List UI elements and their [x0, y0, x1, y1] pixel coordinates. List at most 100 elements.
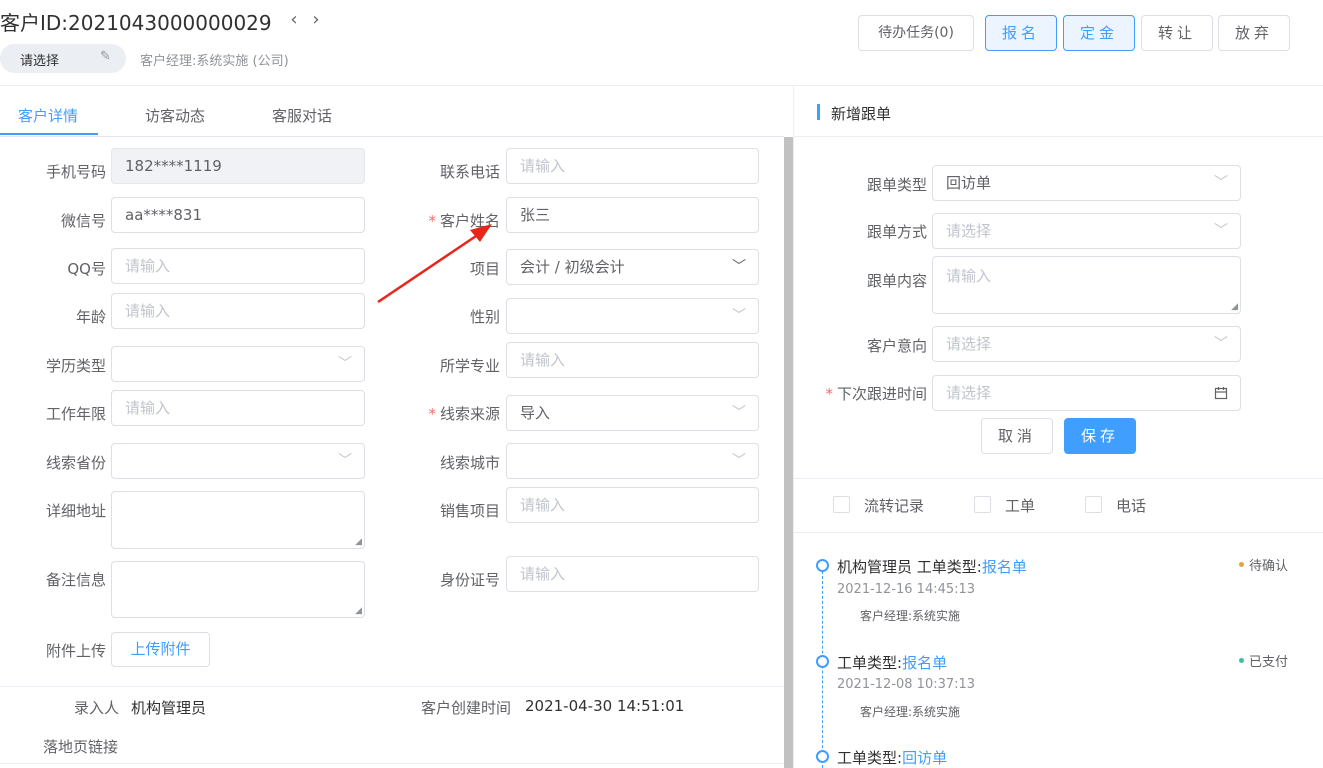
header: 客户ID:2021043000000029 ‹ › 请选择 ✎ 客户经理:系统实施… [0, 0, 1323, 86]
education-select[interactable]: ﹀ [111, 346, 365, 382]
contact-phone-label: 联系电话 [439, 163, 500, 181]
next-record-icon[interactable]: › [305, 9, 327, 30]
prev-record-icon[interactable]: ‹ [283, 9, 305, 30]
upload-attachment-button[interactable]: 上传附件 [111, 632, 210, 667]
timeline-item-manager: 客户经理:系统实施 [860, 609, 961, 623]
enroll-button[interactable]: 报名 [985, 15, 1057, 51]
lead-city-label: 线索城市 [439, 454, 500, 472]
tab-customer-details[interactable]: 客户详情 [18, 105, 78, 126]
age-label: 年龄 [75, 308, 106, 326]
transfer-button[interactable]: 转让 [1141, 15, 1213, 51]
timeline-status-text: 已支付 [1249, 655, 1289, 670]
chevron-down-icon: ﹀ [338, 453, 352, 469]
customer-intent-select[interactable]: 请选择 ﹀ [932, 326, 1241, 362]
timeline-item-title: 工单类型:报名单 [837, 652, 947, 673]
customer-intent-label: 客户意向 [866, 337, 927, 355]
required-mark: * [428, 212, 436, 230]
gender-select[interactable]: ﹀ [506, 298, 759, 334]
filter-flow-checkbox[interactable] [833, 496, 850, 513]
created-time-label: 客户创建时间 [421, 699, 512, 717]
form-scrollbar[interactable] [784, 137, 793, 768]
status-select[interactable]: 请选择 ✎ [0, 44, 126, 73]
active-tab-indicator [0, 133, 98, 135]
timeline-item-title: 机构管理员 工单类型:报名单 [837, 556, 1027, 577]
filter-flow-label[interactable]: 流转记录 [864, 495, 924, 516]
timeline-item-prefix: 机构管理员 工单类型: [837, 558, 982, 576]
address-textarea[interactable]: ◢ [111, 491, 365, 549]
chevron-down-icon: ﹀ [338, 356, 352, 372]
status-dot-icon [1239, 562, 1244, 567]
qq-field[interactable]: 请输入 [111, 248, 365, 284]
status-dot-icon [1239, 658, 1244, 663]
customer-name-label-text: 客户姓名 [439, 212, 500, 230]
timeline-item-prefix: 工单类型: [837, 654, 903, 672]
todo-tasks-button[interactable]: 待办任务(0) [858, 15, 974, 51]
calendar-icon [1214, 376, 1228, 410]
save-button[interactable]: 保存 [1064, 418, 1136, 454]
qq-label: QQ号 [67, 260, 106, 278]
attachment-label: 附件上传 [45, 642, 106, 660]
tab-visitor-activity[interactable]: 访客动态 [145, 105, 205, 126]
abandon-button[interactable]: 放弃 [1218, 15, 1290, 51]
timeline-status-text: 待确认 [1249, 559, 1289, 574]
timeline-item-prefix: 工单类型: [837, 749, 903, 767]
major-field[interactable]: 请输入 [506, 342, 759, 378]
meta-divider [0, 686, 784, 687]
next-followup-label-text: 下次跟进时间 [836, 385, 927, 403]
project-cascader[interactable]: 会计 / 初级会计 ﹀ [506, 249, 759, 285]
work-years-field[interactable]: 请输入 [111, 390, 365, 426]
section-divider [794, 478, 1323, 479]
lead-city-select[interactable]: ﹀ [506, 443, 759, 479]
timeline-item-link[interactable]: 回访单 [902, 749, 947, 767]
filter-phone-checkbox[interactable] [1085, 496, 1102, 513]
chevron-down-icon: ﹀ [732, 405, 746, 421]
resize-grip-icon[interactable]: ◢ [355, 538, 362, 547]
entered-by-label: 录入人 [74, 699, 120, 717]
chevron-down-icon: ﹀ [732, 259, 746, 275]
followup-content-placeholder: 请输入 [946, 267, 992, 285]
wechat-field[interactable]: aa****831 [111, 197, 365, 233]
next-followup-label: * 下次跟进时间 [825, 383, 927, 404]
status-select-label: 请选择 [20, 54, 60, 69]
next-followup-date-picker[interactable]: 请选择 [932, 375, 1241, 411]
followup-content-textarea[interactable]: 请输入 ◢ [932, 256, 1241, 314]
cancel-button[interactable]: 取消 [981, 418, 1053, 454]
deposit-button[interactable]: 定金 [1063, 15, 1135, 51]
timeline-item-time: 2021-12-08 10:37:13 [837, 677, 976, 692]
filter-ticket-checkbox[interactable] [974, 496, 991, 513]
filter-ticket-label[interactable]: 工单 [1005, 495, 1035, 516]
timeline-item-link[interactable]: 报名单 [982, 558, 1027, 576]
phone-field: 182****1119 [111, 148, 365, 184]
resize-grip-icon[interactable]: ◢ [1231, 303, 1238, 312]
followup-type-label: 跟单类型 [866, 176, 927, 194]
followup-type-select[interactable]: 回访单 ﹀ [932, 165, 1241, 201]
sales-project-field[interactable]: 请输入 [506, 487, 759, 523]
age-field[interactable]: 请输入 [111, 293, 365, 329]
edit-pencil-icon[interactable]: ✎ [100, 49, 111, 64]
customer-name-label: * 客户姓名 [428, 210, 500, 231]
resize-grip-icon[interactable]: ◢ [355, 607, 362, 616]
timeline-dot [816, 655, 829, 668]
chevron-down-icon: ﹀ [732, 308, 746, 324]
timeline-item-time: 2021-12-16 14:45:13 [837, 582, 976, 597]
lead-source-value: 导入 [520, 404, 551, 422]
lead-province-select[interactable]: ﹀ [111, 443, 365, 479]
id-number-label: 身份证号 [439, 571, 500, 589]
remarks-textarea[interactable]: ◢ [111, 561, 365, 618]
id-number-field[interactable]: 请输入 [506, 556, 759, 592]
record-nav: ‹ › [283, 9, 327, 30]
timeline-dot [816, 750, 829, 763]
chevron-down-icon: ﹀ [1214, 175, 1228, 191]
contact-phone-field[interactable]: 请输入 [506, 148, 759, 184]
required-mark: * [428, 405, 436, 423]
followup-method-select[interactable]: 请选择 ﹀ [932, 213, 1241, 249]
detail-tabs: 客户详情 访客动态 客服对话 [0, 92, 784, 137]
filter-phone-label[interactable]: 电话 [1116, 495, 1146, 516]
followup-method-label: 跟单方式 [866, 223, 927, 241]
tab-service-chat[interactable]: 客服对话 [272, 105, 332, 126]
customer-name-field[interactable]: 张三 [506, 197, 759, 233]
section-divider [794, 136, 1323, 137]
lead-source-select[interactable]: 导入 ﹀ [506, 395, 759, 431]
timeline-item-link[interactable]: 报名单 [902, 654, 947, 672]
chevron-down-icon: ﹀ [732, 453, 746, 469]
